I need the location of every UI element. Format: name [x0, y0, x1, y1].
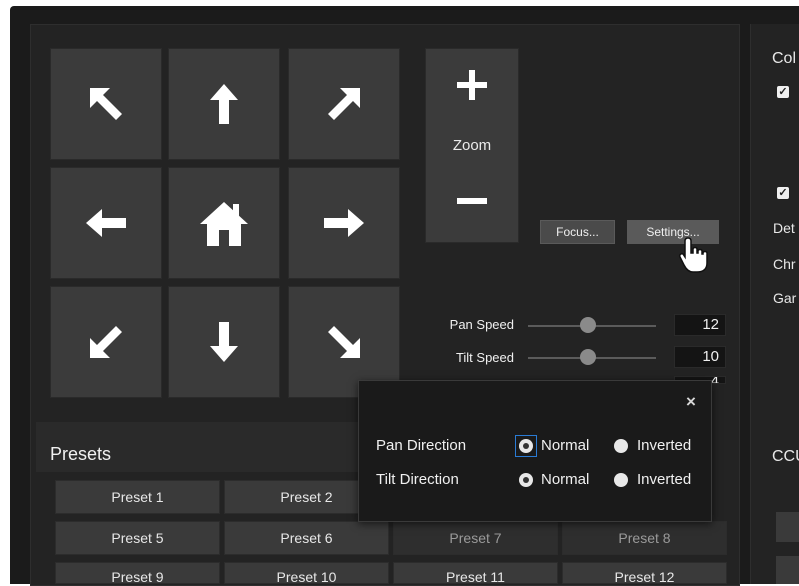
presets-title: Presets: [50, 444, 112, 464]
color-panel-title: Col: [772, 50, 797, 67]
hand-cursor-icon: [679, 237, 708, 273]
arrow-left-icon: [86, 209, 126, 237]
tilt-normal-label[interactable]: Normal: [541, 471, 589, 488]
pan-speed-knob[interactable]: [580, 317, 596, 333]
home-icon: [200, 202, 248, 246]
arrow-down-left-icon: [90, 326, 122, 358]
pan-normal-radio[interactable]: [519, 439, 533, 453]
preset-button[interactable]: Preset 6: [224, 521, 389, 555]
pan-speed-value[interactable]: 12: [674, 314, 726, 336]
arrow-up-left-icon: [90, 88, 122, 120]
pan-direction-label: Pan Direction: [376, 437, 467, 454]
tilt-inverted-label[interactable]: Inverted: [637, 471, 691, 488]
zoom-out-button[interactable]: [426, 171, 518, 231]
pan-down-left-button[interactable]: [50, 286, 162, 398]
pan-inverted-radio[interactable]: [614, 439, 628, 453]
pan-normal-label[interactable]: Normal: [541, 437, 589, 454]
gain-label: Gar: [773, 290, 797, 306]
arrow-up-icon: [210, 84, 238, 124]
ccu-button[interactable]: [776, 512, 799, 542]
preset-button[interactable]: Preset 11: [393, 562, 558, 585]
arrow-right-icon: [324, 209, 364, 237]
zoom-control: Zoom: [425, 48, 519, 243]
home-button[interactable]: [168, 167, 280, 279]
arrow-up-right-icon: [328, 88, 360, 120]
tilt-speed-value[interactable]: 10: [674, 346, 726, 368]
detail-label: Det: [773, 220, 795, 236]
preset-button[interactable]: Preset 10: [224, 562, 389, 585]
preset-button[interactable]: Preset 7: [393, 521, 558, 555]
preset-button[interactable]: Preset 5: [55, 521, 220, 555]
pan-speed-label: Pan Speed: [449, 317, 514, 332]
tilt-speed-knob[interactable]: [580, 349, 596, 365]
tilt-inverted-radio[interactable]: [614, 473, 628, 487]
ccu-button[interactable]: [776, 556, 799, 584]
minus-icon: [457, 198, 487, 204]
pan-up-left-button[interactable]: [50, 48, 162, 160]
auto-iris-checkbox[interactable]: ✓: [777, 187, 789, 199]
pan-left-button[interactable]: [50, 167, 162, 279]
plus-icon: [457, 70, 487, 100]
close-icon[interactable]: ×: [686, 392, 696, 412]
arrow-down-right-icon: [328, 326, 360, 358]
ccu-panel-title: CCU: [772, 448, 799, 465]
zoom-in-button[interactable]: [426, 55, 518, 115]
preset-button[interactable]: Preset 12: [562, 562, 727, 585]
auto-white-balance-checkbox[interactable]: ✓: [777, 86, 789, 98]
pan-up-right-button[interactable]: [288, 48, 400, 160]
focus-button[interactable]: Focus...: [540, 220, 615, 244]
pan-right-button[interactable]: [288, 167, 400, 279]
preset-button[interactable]: Preset 1: [55, 480, 220, 514]
preset-button[interactable]: Preset 9: [55, 562, 220, 585]
tilt-up-button[interactable]: [168, 48, 280, 160]
tilt-down-button[interactable]: [168, 286, 280, 398]
preset-button[interactable]: Preset 8: [562, 521, 727, 555]
tilt-normal-radio[interactable]: [519, 473, 533, 487]
arrow-down-icon: [210, 322, 238, 362]
pan-inverted-label[interactable]: Inverted: [637, 437, 691, 454]
zoom-label: Zoom: [452, 137, 492, 154]
tilt-direction-label: Tilt Direction: [376, 471, 459, 488]
chroma-label: Chr: [773, 256, 796, 272]
tilt-speed-label: Tilt Speed: [455, 350, 514, 365]
